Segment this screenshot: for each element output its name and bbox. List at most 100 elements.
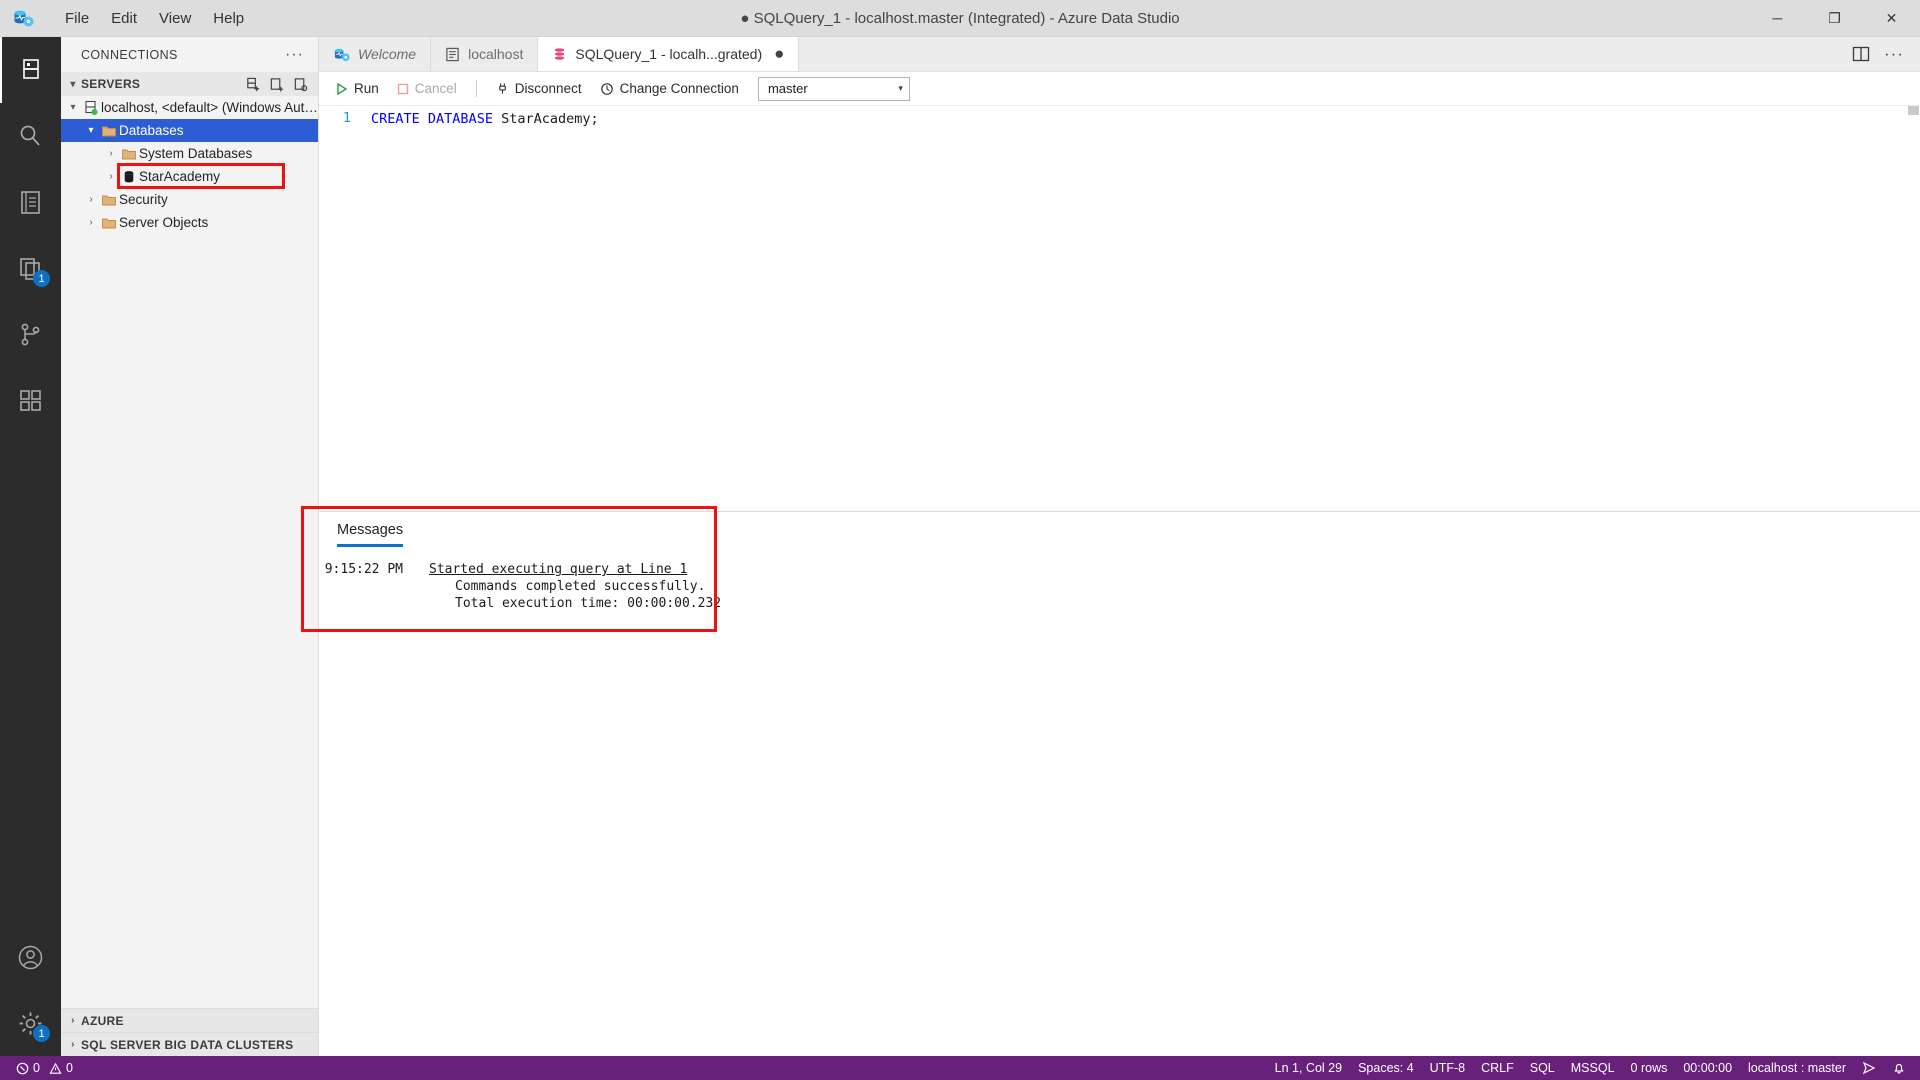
section-big-data-clusters[interactable]: › SQL SERVER BIG DATA CLUSTERS	[61, 1032, 318, 1056]
status-feedback[interactable]	[1854, 1056, 1884, 1080]
sql-keyword-create: CREATE	[371, 111, 420, 127]
menu-view[interactable]: View	[148, 0, 202, 37]
message-timestamp: 9:15:22 PM	[324, 562, 403, 577]
servers-actions	[245, 77, 318, 92]
run-button-label: Run	[354, 81, 379, 96]
sidebar-more-icon[interactable]: ···	[285, 46, 310, 64]
chevron-down-icon[interactable]: ▾	[83, 125, 99, 136]
sql-editor[interactable]: 1 CREATE DATABASE StarAcademy;	[319, 106, 1920, 511]
message-text: Started executing query at Line 1	[429, 561, 687, 578]
tab-messages[interactable]: Messages	[337, 522, 404, 547]
activity-connections-branch[interactable]	[0, 301, 61, 367]
close-button[interactable]: ✕	[1863, 0, 1920, 37]
database-dropdown[interactable]: master ▾	[757, 76, 910, 101]
chevron-right-icon[interactable]: ›	[83, 194, 99, 205]
activity-notebooks[interactable]	[0, 169, 61, 235]
editor-more-icon[interactable]: ···	[1884, 44, 1904, 64]
status-cursor-position[interactable]: Ln 1, Col 29	[1267, 1056, 1350, 1080]
tab-sqlquery1[interactable]: SQLQuery_1 - localh...grated) ●	[538, 37, 800, 71]
tree-item-server-objects[interactable]: › Server Objects	[61, 211, 318, 234]
maximize-button[interactable]: ❐	[1806, 0, 1863, 37]
activity-source-control[interactable]: 1	[0, 235, 61, 301]
status-language-mode[interactable]: SQL	[1522, 1056, 1563, 1080]
run-button[interactable]: Run	[329, 78, 386, 99]
menu-file[interactable]: File	[54, 0, 100, 37]
section-azure[interactable]: › AZURE	[61, 1008, 318, 1032]
connections-branch-icon	[17, 321, 44, 348]
activity-accounts[interactable]	[0, 924, 61, 990]
tab-sqlquery1-label: SQLQuery_1 - localh...grated)	[575, 46, 763, 62]
split-editor-icon[interactable]	[1852, 45, 1870, 63]
status-provider[interactable]: MSSQL	[1563, 1056, 1623, 1080]
dashboard-icon	[445, 47, 460, 62]
status-eol[interactable]: CRLF	[1473, 1056, 1522, 1080]
stop-icon	[397, 83, 409, 95]
accounts-icon	[17, 944, 44, 971]
section-servers[interactable]: ▾ SERVERS	[61, 72, 318, 96]
window-title-text: SQLQuery_1 - localhost.master (Integrate…	[753, 9, 1180, 27]
tree-item-localhost[interactable]: ▾ localhost, <default> (Windows Auth...	[61, 96, 318, 119]
sidebar: CONNECTIONS ··· ▾ SERVERS ▾ localhost, <…	[61, 37, 319, 1056]
search-icon	[17, 123, 44, 150]
manage-badge: 1	[33, 1025, 50, 1042]
line-number: 1	[342, 110, 351, 126]
chevron-right-icon[interactable]: ›	[103, 171, 119, 182]
azure-data-studio-icon	[333, 46, 350, 63]
tab-localhost-label: localhost	[468, 46, 524, 62]
status-encoding[interactable]: UTF-8	[1422, 1056, 1473, 1080]
tree-item-system-databases[interactable]: › System Databases	[61, 142, 318, 165]
activity-search[interactable]	[0, 103, 61, 169]
status-right: Ln 1, Col 29 Spaces: 4 UTF-8 CRLF SQL MS…	[1267, 1056, 1920, 1080]
editor-content[interactable]: CREATE DATABASE StarAcademy;	[359, 106, 1920, 511]
message-link[interactable]: Started executing query at Line 1	[429, 562, 687, 577]
tree-item-databases[interactable]: ▾ Databases	[61, 119, 318, 142]
cancel-button[interactable]: Cancel	[390, 78, 464, 99]
status-connection[interactable]: localhost : master	[1740, 1056, 1854, 1080]
disconnect-button-label: Disconnect	[514, 81, 582, 96]
sidebar-header: CONNECTIONS ···	[61, 37, 318, 72]
menu-help[interactable]: Help	[202, 0, 255, 37]
chevron-right-icon[interactable]: ›	[103, 148, 119, 159]
new-server-group-icon[interactable]	[269, 77, 284, 92]
status-problems[interactable]: 0 0	[8, 1056, 81, 1080]
change-connection-button-label: Change Connection	[619, 81, 739, 96]
status-row-count[interactable]: 0 rows	[1623, 1056, 1676, 1080]
chevron-down-icon[interactable]: ▾	[65, 102, 81, 113]
change-connection-icon	[600, 82, 614, 96]
editor-scrollbar[interactable]	[1906, 106, 1920, 511]
refresh-connections-icon[interactable]	[293, 77, 308, 92]
status-notifications[interactable]	[1884, 1056, 1914, 1080]
notebooks-icon	[17, 189, 44, 216]
database-icon	[119, 169, 139, 185]
tree-item-staracademy-label: StarAcademy	[139, 169, 221, 184]
warning-count: 0	[65, 1061, 73, 1075]
disconnect-button[interactable]: Disconnect	[489, 78, 589, 99]
status-execution-time[interactable]: 00:00:00	[1675, 1056, 1740, 1080]
minimize-button[interactable]: ─	[1749, 0, 1806, 37]
message-detail-line: Commands completed successfully.	[455, 579, 706, 594]
editor-scrollbar-thumb[interactable]	[1908, 106, 1919, 115]
status-indentation[interactable]: Spaces: 4	[1350, 1056, 1422, 1080]
chevron-right-icon[interactable]: ›	[83, 217, 99, 228]
folder-icon	[99, 192, 119, 208]
change-connection-button[interactable]: Change Connection	[593, 78, 746, 99]
tree-item-localhost-label: localhost, <default> (Windows Auth...	[101, 100, 318, 115]
tab-localhost[interactable]: localhost	[431, 37, 539, 71]
source-control-badge: 1	[33, 270, 50, 287]
new-connection-icon[interactable]	[245, 77, 260, 92]
activity-servers[interactable]	[0, 37, 61, 103]
activity-manage[interactable]: 1	[0, 990, 61, 1056]
cancel-button-label: Cancel	[414, 81, 457, 96]
main-body: 1 1 CONNECTIONS ··· ▾ SERVERS ▾ localhos…	[0, 37, 1920, 1056]
messages-body: 9:15:22 PM Started executing query at Li…	[319, 547, 1920, 612]
app-logo-icon	[6, 0, 40, 37]
tree-item-staracademy[interactable]: › StarAcademy	[61, 165, 318, 188]
feedback-icon	[1862, 1061, 1876, 1075]
query-icon	[552, 47, 567, 62]
menu-edit[interactable]: Edit	[100, 0, 148, 37]
tab-welcome[interactable]: Welcome	[319, 37, 432, 71]
activity-extensions[interactable]	[0, 367, 61, 433]
tree-item-security[interactable]: › Security	[61, 188, 318, 211]
folder-icon	[99, 123, 119, 139]
tab-bar: Welcome localhost SQLQuery_1 - localh...…	[319, 37, 1920, 72]
